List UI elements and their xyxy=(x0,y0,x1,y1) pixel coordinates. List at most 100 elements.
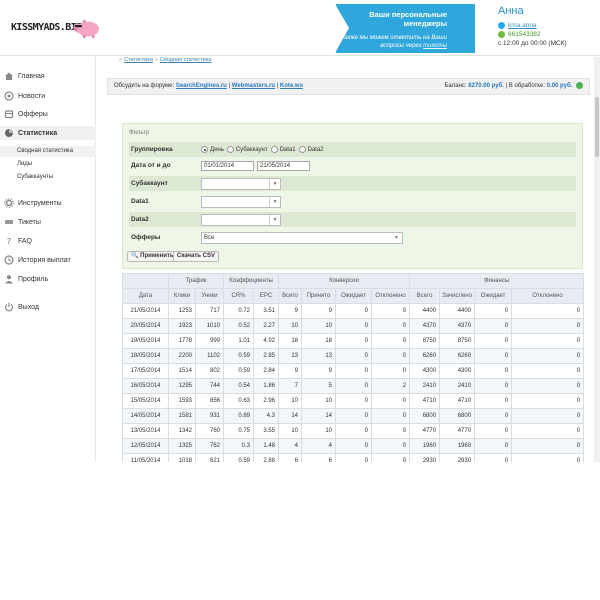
grouping-subaccount-radio[interactable]: Субаккаунт xyxy=(226,146,268,153)
table-cell: 0 xyxy=(371,393,411,409)
col-header[interactable]: Ожидает xyxy=(335,288,373,304)
sidebar-item-payments[interactable]: История выплат xyxy=(0,253,96,267)
col-header[interactable]: Всего xyxy=(409,288,441,304)
tickets-link[interactable]: тикеты xyxy=(423,43,447,49)
table-cell: 4770 xyxy=(409,423,441,439)
col-header[interactable]: Принято xyxy=(301,288,337,304)
table-cell: 1.86 xyxy=(253,378,280,394)
sidebar-item-profile[interactable]: Профиль xyxy=(0,272,96,286)
table-cell: 762 xyxy=(194,438,225,454)
table-cell: 0 xyxy=(335,423,373,439)
table-cell: 0 xyxy=(474,303,513,319)
table-cell: 10 xyxy=(278,393,303,409)
refresh-icon[interactable] xyxy=(576,81,583,89)
subaccount-row: Субаккаунт ▼ xyxy=(129,176,576,191)
chevron-down-icon: ▼ xyxy=(269,178,280,189)
table-row: 15/05/2014 1593 856 0.63 2.96 10 10 0 0 4710 4710 0… xyxy=(122,393,585,409)
table-cell: 0.3 xyxy=(223,438,255,454)
profile-icon xyxy=(5,275,13,284)
col-header[interactable]: Отклонено xyxy=(511,288,585,304)
table-cell: 2200 xyxy=(168,348,196,364)
table-cell: 0 xyxy=(371,453,411,462)
table-cell: 1960 xyxy=(409,438,441,454)
grouping-day-radio[interactable]: День xyxy=(201,146,224,153)
row-date: 14/05/2014 xyxy=(122,408,169,424)
offers-select[interactable]: Все ▼ xyxy=(201,231,403,244)
chevron-down-icon: ▼ xyxy=(394,234,399,241)
col-header[interactable]: Ожидает xyxy=(474,288,513,304)
col-header[interactable]: CR% xyxy=(223,288,255,304)
col-header[interactable]: Уники xyxy=(194,288,225,304)
svg-text:?: ? xyxy=(7,238,12,247)
table-cell: 4300 xyxy=(409,363,441,379)
sidebar-item-news[interactable]: Новости xyxy=(0,89,96,103)
table-cell: 10 xyxy=(301,423,337,439)
table-cell: 621 xyxy=(194,453,225,462)
col-header[interactable]: Дата xyxy=(122,288,169,304)
data2-select[interactable]: ▼ xyxy=(201,213,281,226)
sidebar-sub-summary[interactable]: Сводная статистика xyxy=(0,146,96,157)
table-row: 21/05/2014 1253 717 0.72 3.51 9 9 0 0 4400 4400 0 0 xyxy=(122,303,585,319)
skype-icon xyxy=(498,22,505,29)
col-header[interactable]: EPC xyxy=(253,288,280,304)
table-cell: 18 xyxy=(278,333,303,349)
sidebar-sub-leads[interactable]: Лиды xyxy=(0,159,96,170)
scroll-up-icon[interactable] xyxy=(594,57,600,63)
table-cell: 0 xyxy=(511,438,585,454)
breadcrumb-stats[interactable]: Статистика xyxy=(124,57,153,63)
row-date: 20/05/2014 xyxy=(122,318,169,334)
grouping-data2-radio[interactable]: Data2 xyxy=(298,146,324,153)
apply-button[interactable]: 🔍 Применить xyxy=(127,251,178,262)
sidebar-item-faq[interactable]: ? FAQ xyxy=(0,234,96,248)
table-cell: 1.48 xyxy=(253,438,280,454)
col-header[interactable]: Отклонено xyxy=(371,288,411,304)
sidebar-item-home[interactable]: Главная xyxy=(0,69,96,83)
sidebar-item-stats[interactable]: Статистика xyxy=(0,126,96,140)
logo[interactable]: KISSMYADS.BIZ xyxy=(11,22,82,33)
forum-link-searchengines[interactable]: SearchEngines.ru xyxy=(176,83,227,89)
date-from-input[interactable]: 01/01/2014 xyxy=(201,160,254,171)
sidebar-item-offers[interactable]: Офферы xyxy=(0,107,96,121)
table-cell: 802 xyxy=(194,363,225,379)
data1-select[interactable]: ▼ xyxy=(201,195,281,208)
forum-link-kote[interactable]: Kote.ws xyxy=(280,83,303,89)
tickets-icon xyxy=(5,220,13,224)
table-cell: 2 xyxy=(371,378,411,394)
table-cell: 1581 xyxy=(168,408,196,424)
main-content: «Статистика» Сводная статистика Обсудить … xyxy=(97,57,600,462)
table-cell: 4.3 xyxy=(253,408,280,424)
download-csv-button[interactable]: Скачать CSV xyxy=(173,251,219,262)
table-cell: 1.01 xyxy=(223,333,255,349)
table-cell: 10 xyxy=(301,318,337,334)
sidebar: Главная Новости Офферы Статистика Сводна… xyxy=(0,57,96,462)
col-header[interactable]: Клики xyxy=(168,288,196,304)
table-cell: 14 xyxy=(301,408,337,424)
app-window: KISSMYADS.BIZ Ваши персональные менеджер… xyxy=(0,0,600,462)
subaccount-select[interactable]: ▼ xyxy=(201,177,281,190)
offers-row: Офферы Все ▼ xyxy=(129,230,576,245)
logout-icon xyxy=(4,302,14,312)
table-cell: 1923 xyxy=(168,318,196,334)
sidebar-item-logout[interactable]: Выход xyxy=(0,300,96,314)
table-cell: 1010 xyxy=(194,318,225,334)
forum-link-webmasters[interactable]: Webmasters.ru xyxy=(232,83,275,89)
table-cell: 6260 xyxy=(439,348,476,364)
table-row: 17/05/2014 1514 802 0.59 2.84 9 9 0 0 4300 4300 0 0 xyxy=(122,363,585,379)
table-cell: 0 xyxy=(511,303,585,319)
sidebar-item-tickets[interactable]: Тикеты xyxy=(0,215,96,229)
manager-skype[interactable]: kma.anna xyxy=(508,21,537,30)
grouping-data1-radio[interactable]: Data1 xyxy=(270,146,296,153)
manager-icq: 661543382 xyxy=(508,31,541,38)
sidebar-sub-subaccounts[interactable]: Субаккаунты xyxy=(0,172,96,183)
table-cell: 744 xyxy=(194,378,225,394)
sidebar-item-tools[interactable]: Инструменты xyxy=(0,196,96,210)
row-date: 11/05/2014 xyxy=(122,453,169,462)
date-to-input[interactable]: 21/05/2014 xyxy=(257,160,310,171)
col-header[interactable]: Всего xyxy=(278,288,303,304)
col-header[interactable]: Зачислено xyxy=(439,288,476,304)
scrollbar-thumb[interactable] xyxy=(595,97,599,157)
table-cell: 10 xyxy=(301,393,337,409)
table-cell: 10 xyxy=(278,318,303,334)
page-scrollbar[interactable] xyxy=(594,57,600,462)
breadcrumb-summary[interactable]: Сводная статистика xyxy=(160,57,211,63)
